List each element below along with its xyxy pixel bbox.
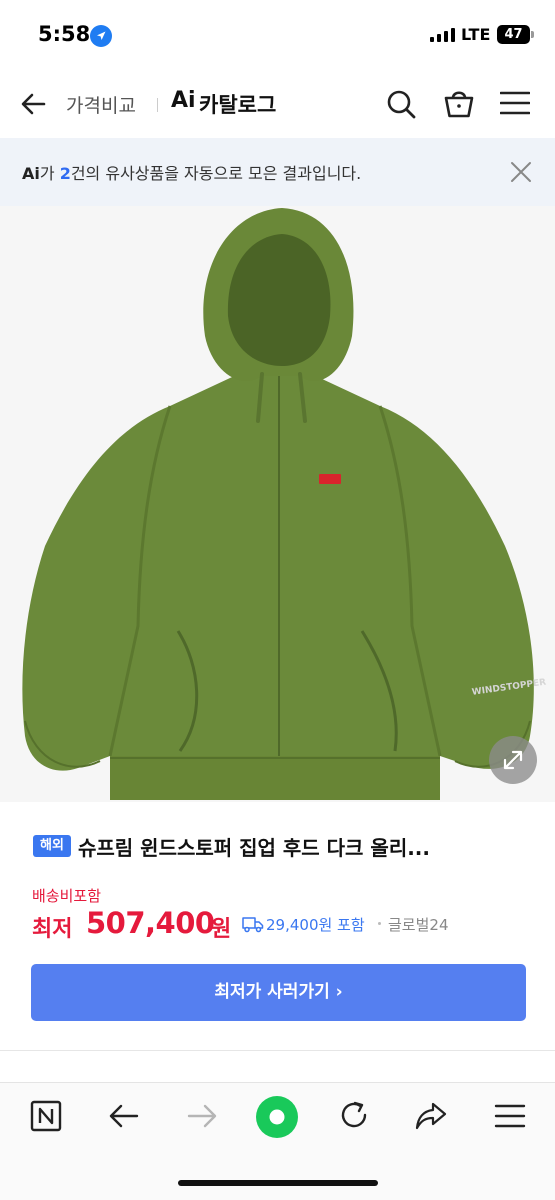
expand-button[interactable]: [489, 736, 537, 784]
lowest-price-label: 최저: [32, 917, 73, 942]
close-icon[interactable]: [509, 160, 533, 184]
notice-text: Ai가 2건의 유사상품을 자동으로 모은 결과입니다.: [22, 160, 361, 184]
seller-name[interactable]: 글로벌24: [388, 914, 449, 935]
back-arrow-icon[interactable]: [18, 88, 50, 120]
status-time: 5:58: [38, 22, 91, 46]
overseas-badge: 해외: [33, 835, 71, 857]
battery-tip: [531, 31, 534, 38]
share-icon[interactable]: [415, 1101, 447, 1131]
back-icon[interactable]: [108, 1102, 140, 1130]
home-indicator: [178, 1180, 378, 1186]
status-bar: 5:58 LTE 47: [0, 0, 555, 70]
menu-icon[interactable]: [494, 1103, 526, 1129]
battery-icon: 47: [497, 25, 530, 44]
price-currency: 원: [211, 917, 232, 942]
hoodie-illustration: WINDSTOPPER: [22, 208, 547, 800]
naver-home-icon[interactable]: [30, 1100, 62, 1132]
notice-ai: Ai: [22, 164, 40, 183]
notice-pre: 가: [39, 164, 60, 183]
app-header: 가격비교 Ai 카탈로그: [0, 70, 555, 138]
notice-post: 건의 유사상품을 자동으로 모은 결과입니다.: [70, 164, 362, 183]
notice-count: 2: [59, 164, 71, 183]
shipping-fee: 29,400원 포함: [266, 916, 365, 934]
signal-icon: [430, 28, 455, 42]
forward-icon[interactable]: [186, 1102, 218, 1130]
hamburger-menu-icon[interactable]: [500, 90, 530, 116]
product-image[interactable]: WINDSTOPPER: [0, 206, 555, 802]
separator-dot: [378, 922, 381, 925]
refresh-icon[interactable]: [338, 1099, 370, 1131]
price-compare-link[interactable]: 가격비교: [66, 91, 136, 118]
location-arrow-icon: [90, 25, 112, 47]
shipping-included-label: 배송비포함: [32, 887, 102, 905]
ai-notice-banner: Ai가 2건의 유사상품을 자동으로 모은 결과입니다.: [0, 138, 555, 206]
section-divider: [0, 1050, 555, 1051]
header-divider: [157, 98, 158, 112]
naver-green-dot-icon[interactable]: [255, 1095, 299, 1139]
ai-logo: Ai: [171, 88, 196, 113]
shopping-bag-icon[interactable]: [442, 86, 476, 120]
supreme-logo-patch: [319, 474, 341, 484]
network-label: LTE: [461, 25, 491, 44]
buy-lowest-price-button[interactable]: 최저가 사러가기 ›: [31, 964, 526, 1021]
expand-icon: [503, 750, 523, 770]
product-title[interactable]: 슈프림 윈드스토퍼 집업 후드 다크 올리...: [78, 832, 430, 861]
search-icon[interactable]: [385, 88, 417, 120]
delivery-truck-icon: [242, 917, 264, 933]
page-title: 카탈로그: [199, 93, 277, 117]
price-value: 507,400: [86, 906, 215, 940]
